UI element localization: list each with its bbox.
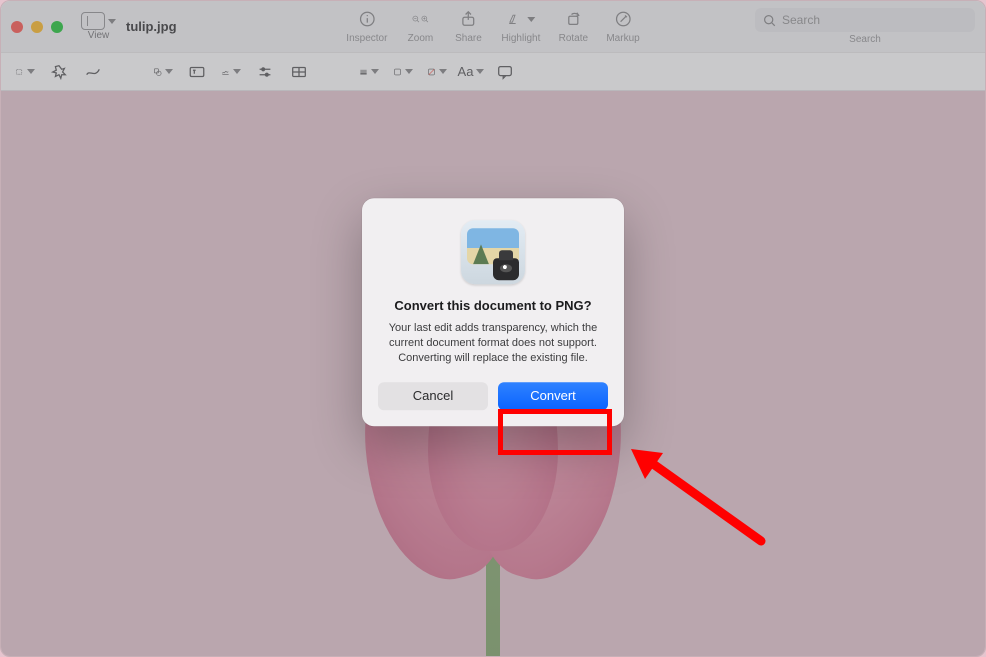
preview-app-icon [461, 220, 525, 284]
cancel-button-label: Cancel [413, 388, 453, 403]
cancel-button[interactable]: Cancel [378, 382, 488, 410]
dialog-buttons: Cancel Convert [378, 382, 608, 410]
dialog-title: Convert this document to PNG? [378, 298, 608, 313]
convert-button-label: Convert [530, 388, 576, 403]
convert-button[interactable]: Convert [498, 382, 608, 410]
dialog-body: Your last edit adds transparency, which … [378, 321, 608, 366]
preview-window: View tulip.jpg Inspector Zoom Share High… [0, 0, 986, 657]
convert-dialog: Convert this document to PNG? Your last … [362, 198, 624, 426]
